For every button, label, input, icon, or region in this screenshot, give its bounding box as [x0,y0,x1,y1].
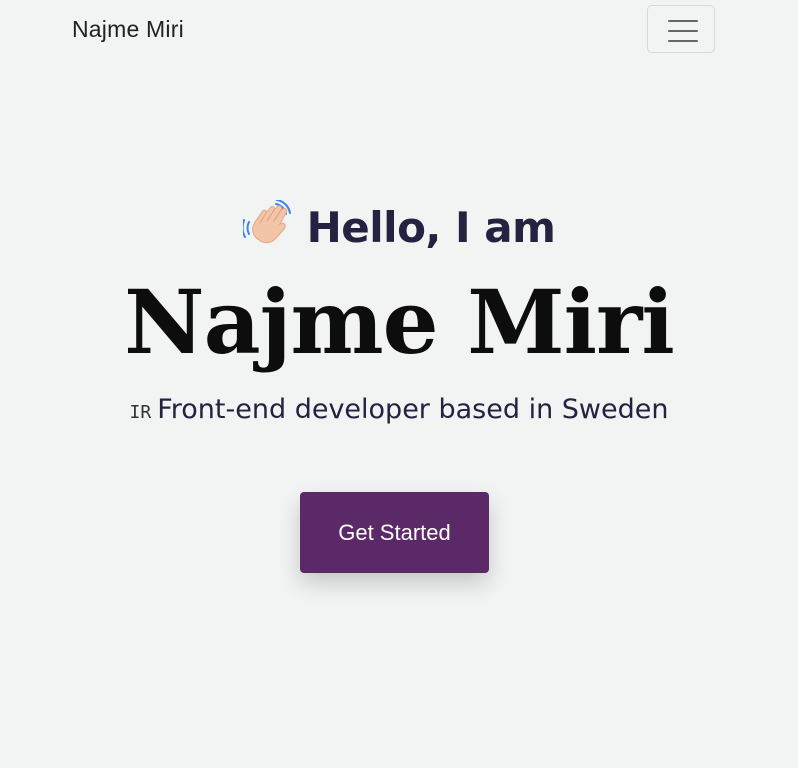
menu-toggle-button[interactable] [647,5,715,53]
tagline: IR Front-end developer based in Sweden [0,390,798,433]
waving-hand-icon [242,200,291,244]
greeting-text: Hello, I am [306,203,556,252]
get-started-button[interactable]: Get Started [300,492,489,573]
hamburger-menu-icon-middle [668,30,698,32]
brand-link[interactable]: Najme Miri [72,16,184,43]
hamburger-menu-icon-bottom [668,40,698,42]
navbar: Najme Miri [0,0,798,62]
hero-name: Najme Miri [124,270,675,374]
greeting-heading: Hello, I am [0,200,798,256]
tagline-text: Front-end developer based in Sweden [157,394,669,425]
hamburger-menu-icon [668,20,698,22]
flag-label: IR [129,402,152,423]
